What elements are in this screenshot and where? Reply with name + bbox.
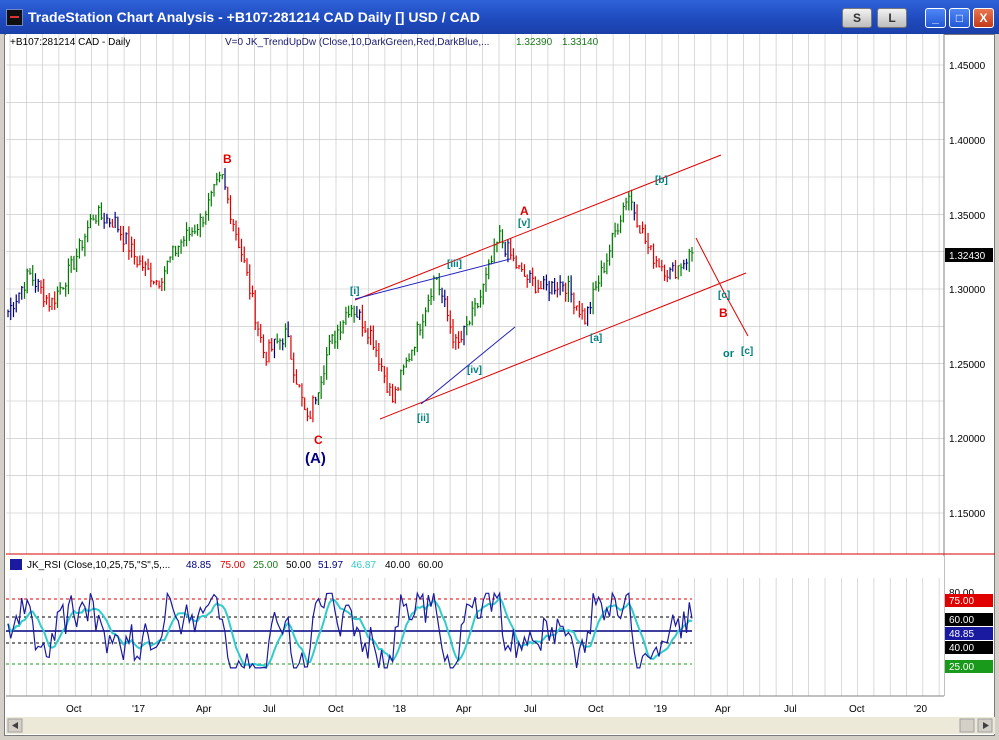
rsi-value-7: 40.00 bbox=[385, 560, 410, 571]
wave-label-c-2: [c] bbox=[741, 346, 753, 357]
rsi-value-2: 75.00 bbox=[220, 560, 245, 571]
x-tick-label: Apr bbox=[456, 704, 472, 715]
y-tick-label: 1.25000 bbox=[949, 360, 986, 371]
x-tick-label: Jul bbox=[784, 704, 797, 715]
rsi-box-40-label: 40.00 bbox=[949, 643, 974, 654]
y-tick-label: 1.15000 bbox=[949, 509, 986, 520]
y-tick-label: 1.45000 bbox=[949, 61, 986, 72]
symbol-label: +B107:281214 CAD - Daily bbox=[10, 37, 130, 48]
x-tick-label: Apr bbox=[715, 704, 731, 715]
wave-label-iii: [iii] bbox=[447, 259, 462, 270]
price-y-axis: 1.45000 1.40000 1.35000 1.30000 1.25000 … bbox=[949, 61, 986, 520]
x-tick-label: Oct bbox=[588, 704, 604, 715]
rsi-value-3: 25.00 bbox=[253, 560, 278, 571]
x-tick-label: '18 bbox=[393, 704, 406, 715]
x-tick-label: '19 bbox=[654, 704, 667, 715]
horizontal-scrollbar[interactable] bbox=[6, 717, 995, 734]
x-tick-label: Apr bbox=[196, 704, 212, 715]
rsi-label: JK_RSI (Close,10,25,75,"S",5,... bbox=[27, 560, 170, 571]
wave-label-i: [i] bbox=[350, 286, 359, 297]
rsi-box-60-label: 60.00 bbox=[949, 615, 974, 626]
x-tick-label: Oct bbox=[849, 704, 865, 715]
rsi-panel-bg bbox=[6, 556, 944, 696]
rsi-color-swatch bbox=[10, 559, 22, 570]
y-tick-label: 1.20000 bbox=[949, 434, 986, 445]
wave-label-c-1: [c] bbox=[718, 290, 730, 301]
rsi-value-1: 48.85 bbox=[186, 560, 211, 571]
x-tick-label: Oct bbox=[328, 704, 344, 715]
wave-label-b: [b] bbox=[655, 175, 668, 186]
wave-label-v: [v] bbox=[518, 218, 530, 229]
wave-label-a: [a] bbox=[590, 333, 602, 344]
wave-label-c-bottom: C bbox=[314, 433, 323, 447]
or-label: or bbox=[723, 348, 735, 360]
wave-label-b-top: B bbox=[223, 152, 232, 166]
rsi-box-4885-label: 48.85 bbox=[949, 629, 974, 640]
wave-label-ii: [ii] bbox=[417, 413, 429, 424]
indicator-value-1: 1.32390 bbox=[516, 37, 553, 48]
x-tick-label: Jul bbox=[524, 704, 537, 715]
rsi-box-75-label: 75.00 bbox=[949, 596, 974, 607]
price-panel-bg bbox=[6, 34, 944, 554]
chart-svg: +B107:281214 CAD - Daily V=0 JK_TrendUpD… bbox=[6, 34, 995, 734]
rsi-value-8: 60.00 bbox=[418, 560, 443, 571]
x-tick-label: Oct bbox=[66, 704, 82, 715]
y-tick-label: 1.35000 bbox=[949, 211, 986, 222]
x-tick-label: Jul bbox=[263, 704, 276, 715]
rsi-value-4: 50.00 bbox=[286, 560, 311, 571]
wave-label-b-right: B bbox=[719, 306, 728, 320]
y-tick-label: 1.40000 bbox=[949, 136, 986, 147]
wave-label-a-major: (A) bbox=[305, 450, 326, 467]
y-tick-label: 1.30000 bbox=[949, 285, 986, 296]
wave-label-a-minor: A bbox=[520, 204, 529, 218]
x-tick-label: '20 bbox=[914, 704, 927, 715]
rsi-value-6: 46.87 bbox=[351, 560, 376, 571]
indicator-label: V=0 JK_TrendUpDw (Close,10,DarkGreen,Red… bbox=[225, 37, 489, 48]
indicator-value-2: 1.33140 bbox=[562, 37, 599, 48]
x-tick-label: '17 bbox=[132, 704, 145, 715]
wave-label-iv: [iv] bbox=[467, 365, 482, 376]
rsi-value-5: 51.97 bbox=[318, 560, 343, 571]
last-price-label: 1.32430 bbox=[949, 251, 986, 262]
rsi-box-25-label: 25.00 bbox=[949, 662, 974, 673]
scroll-thumb[interactable] bbox=[959, 718, 975, 733]
